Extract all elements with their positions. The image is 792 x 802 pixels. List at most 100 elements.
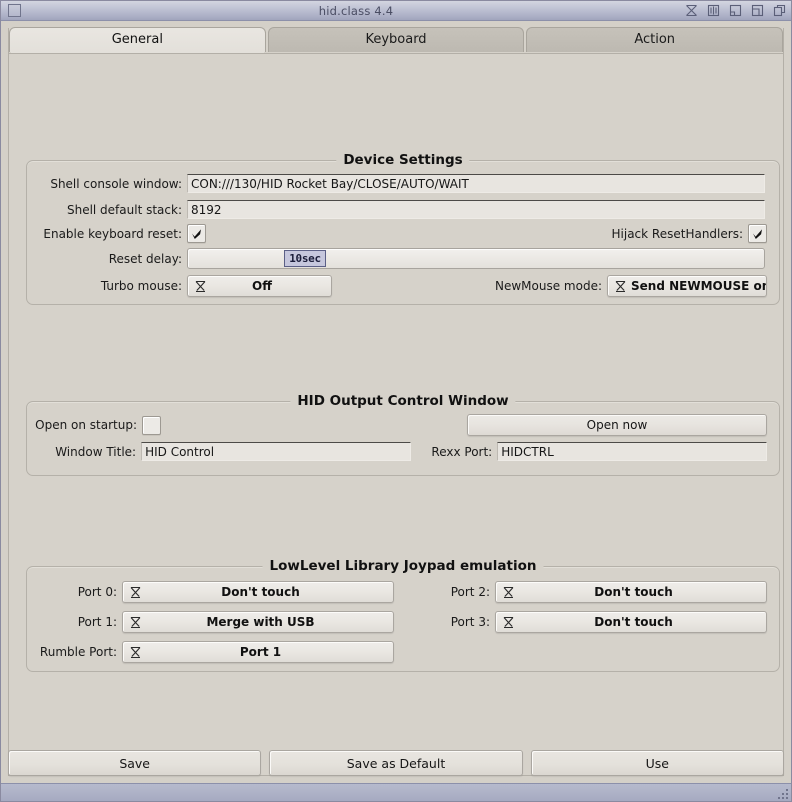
zoom-icon[interactable]: [729, 4, 742, 17]
shell-default-stack-input[interactable]: 8192: [187, 200, 765, 219]
turbo-mouse-cycle[interactable]: Off: [187, 275, 332, 297]
hijack-resethandlers-group: Hijack ResetHandlers:: [612, 224, 767, 243]
shell-default-stack-label: Shell default stack:: [66, 202, 182, 217]
enable-keyboard-reset-group: Enable keyboard reset:: [27, 224, 206, 243]
rexx-port-label: Rexx Port:: [431, 444, 493, 459]
shell-console-input[interactable]: CON:///130/HID Rocket Bay/CLOSE/AUTO/WAI…: [187, 174, 765, 193]
newmouse-mode-group: NewMouse mode: Send NEWMOUSE only: [495, 275, 767, 297]
newmouse-mode-cycle[interactable]: Send NEWMOUSE only: [607, 275, 767, 297]
check-icon: [753, 229, 762, 239]
turbo-mouse-group: Turbo mouse: Off: [27, 275, 332, 297]
port2-label: Port 2:: [450, 585, 490, 599]
row-open-on-startup: Open on startup: Open now: [27, 414, 767, 436]
port3-label: Port 3:: [450, 615, 490, 629]
open-on-startup-checkbox[interactable]: [142, 415, 161, 435]
group-hid-output-title: HID Output Control Window: [290, 393, 516, 409]
open-on-startup-group: Open on startup:: [27, 415, 161, 435]
row-reset-delay: Reset delay: 10sec: [27, 248, 767, 269]
port0-cycle[interactable]: Don't touch: [122, 581, 394, 603]
cycle-window-icon[interactable]: [773, 4, 786, 17]
title-bar[interactable]: hid.class 4.4: [1, 1, 791, 21]
newmouse-mode-value: Send NEWMOUSE only: [631, 279, 766, 293]
resize-grip-icon[interactable]: [776, 787, 788, 799]
window-gadget-group: [685, 4, 791, 17]
cycle-icon: [125, 616, 146, 629]
use-label: Use: [645, 755, 669, 771]
window-close-gadget[interactable]: [1, 4, 27, 17]
save-as-default-button[interactable]: Save as Default: [269, 750, 523, 776]
port0-group: Port 0: Don't touch: [27, 581, 394, 603]
group-device-settings-title: Device Settings: [336, 152, 470, 168]
cycle-icon: [125, 586, 146, 599]
window-title-input[interactable]: HID Control: [141, 442, 411, 461]
rumble-port-cycle[interactable]: Port 1: [122, 641, 394, 663]
turbo-mouse-value: Off: [252, 279, 272, 293]
port0-value: Don't touch: [221, 585, 300, 599]
newmouse-mode-label: NewMouse mode:: [495, 279, 602, 293]
reset-delay-label: Reset delay:: [108, 251, 182, 266]
open-now-button[interactable]: Open now: [467, 414, 767, 436]
port0-label: Port 0:: [77, 585, 117, 599]
port2-cycle[interactable]: Don't touch: [495, 581, 767, 603]
tab-general[interactable]: General: [9, 27, 266, 53]
application-window: hid.class 4.4 General Keyboard Action De…: [0, 0, 792, 802]
port3-cycle[interactable]: Don't touch: [495, 611, 767, 633]
group-hid-output-control: HID Output Control Window Open on startu…: [26, 393, 780, 476]
window-title: hid.class 4.4: [318, 3, 394, 18]
tab-action[interactable]: Action: [526, 27, 784, 52]
window-title-label: Window Title:: [55, 444, 137, 459]
group-joypad-emulation: LowLevel Library Joypad emulation Port 0…: [26, 558, 780, 672]
cycle-icon: [610, 280, 631, 293]
save-as-default-label: Save as Default: [346, 755, 446, 771]
client-area: General Keyboard Action Device Settings: [1, 21, 791, 783]
tab-keyboard[interactable]: Keyboard: [267, 27, 525, 52]
save-button[interactable]: Save: [8, 750, 262, 776]
row-port0-port2: Port 0: Don't touch Port 2: Don't touch: [27, 581, 767, 603]
use-button[interactable]: Use: [530, 750, 784, 776]
tab-action-label: Action: [634, 32, 676, 47]
close-icon: [7, 4, 21, 17]
port2-group: Port 2: Don't touch: [420, 581, 767, 603]
rumble-port-value: Port 1: [239, 645, 282, 659]
row-reset-options: Enable keyboard reset: Hijack ResetHandl…: [27, 224, 767, 243]
port3-group: Port 3: Don't touch: [420, 611, 767, 633]
port1-group: Port 1: Merge with USB: [27, 611, 394, 633]
shell-console-label: Shell console window:: [50, 176, 182, 191]
enable-keyboard-reset-checkbox[interactable]: [187, 224, 206, 243]
iconify-icon[interactable]: [707, 4, 720, 17]
open-on-startup-label: Open on startup:: [35, 418, 137, 432]
tab-keyboard-label: Keyboard: [365, 32, 427, 47]
save-label: Save: [119, 755, 150, 771]
row-port1-port3: Port 1: Merge with USB Port 3: Don't tou…: [27, 611, 767, 633]
cycle-icon: [498, 586, 519, 599]
cycle-icon: [498, 616, 519, 629]
enable-keyboard-reset-label: Enable keyboard reset:: [43, 226, 182, 241]
reset-delay-slider-knob[interactable]: 10sec: [284, 250, 326, 267]
hijack-resethandlers-checkbox[interactable]: [748, 224, 767, 243]
action-button-bar: Save Save as Default Use: [8, 750, 784, 776]
cycle-icon: [125, 646, 146, 659]
port3-value: Don't touch: [594, 615, 673, 629]
cycle-icon: [190, 280, 211, 293]
open-now-label: Open now: [586, 418, 648, 432]
hijack-resethandlers-label: Hijack ResetHandlers:: [611, 226, 743, 241]
rexx-port-input[interactable]: HIDCTRL: [497, 442, 767, 461]
row-window-title-rexx: Window Title: HID Control Rexx Port: HID…: [27, 442, 767, 461]
tab-bar: General Keyboard Action: [9, 27, 784, 53]
tab-general-label: General: [111, 32, 163, 47]
row-mouse-options: Turbo mouse: Off NewMouse mode: Send NEW…: [27, 275, 767, 297]
port1-value: Merge with USB: [206, 615, 315, 629]
snapshot-icon[interactable]: [685, 4, 698, 17]
turbo-mouse-label: Turbo mouse:: [100, 279, 182, 293]
tab-register: General Keyboard Action Device Settings: [8, 27, 784, 776]
group-joypad-title: LowLevel Library Joypad emulation: [262, 558, 544, 574]
port1-label: Port 1:: [77, 615, 117, 629]
depth-icon[interactable]: [751, 4, 764, 17]
row-shell-stack: Shell default stack: 8192: [27, 200, 767, 219]
row-rumble-port: Rumble Port: Port 1: [27, 641, 767, 663]
reset-delay-slider[interactable]: 10sec: [187, 248, 765, 269]
rumble-port-label: Rumble Port:: [39, 645, 117, 659]
status-bar: [1, 783, 791, 801]
port1-cycle[interactable]: Merge with USB: [122, 611, 394, 633]
check-icon: [192, 229, 201, 239]
